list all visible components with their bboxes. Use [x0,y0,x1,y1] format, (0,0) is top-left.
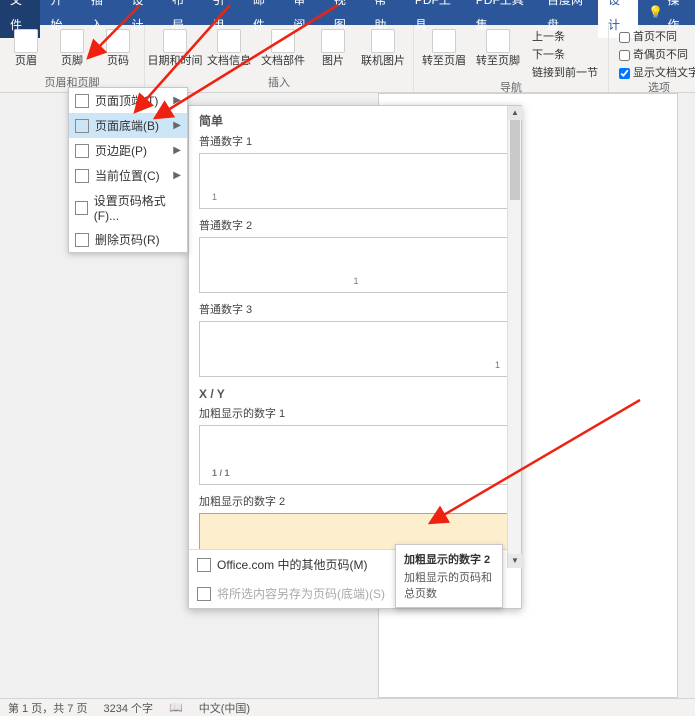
header-label: 页眉 [15,55,37,67]
group-insert-label: 插入 [268,76,290,92]
page-top-icon [75,94,89,108]
gallery-section-xy: X / Y [191,383,521,403]
tooltip-body: 加粗显示的页码和总页数 [404,569,494,601]
gallery-save-selection-label: 将所选内容另存为页码(底端)(S) [217,585,385,602]
gallery-item-plain-3-label: 普通数字 3 [191,299,521,319]
picture-icon [321,29,345,53]
footer-icon [60,29,84,53]
show-doc-text-label: 显示文档文字 [633,65,695,81]
ribbon: 页眉 页脚 页码 页眉和页脚 日期和时间 文档信息 文档部件 图片 联机图片 插… [0,25,695,93]
save-icon [197,587,211,601]
menu-page-top-label: 页面顶端(T) [95,92,158,109]
scroll-down-icon[interactable]: ▼ [508,554,522,568]
menu-page-bottom-label: 页面底端(B) [95,117,159,134]
gallery-item-bold-1[interactable]: 1 / 1 [199,425,513,485]
page-margins-icon [75,144,89,158]
status-page[interactable]: 第 1 页，共 7 页 [8,700,87,716]
status-word-count[interactable]: 3234 个字 [103,700,153,716]
page-number-gallery: 简单 普通数字 1 1 普通数字 2 1 普通数字 3 1 X / Y 加粗显示… [188,105,522,609]
tooltip: 加粗显示的数字 2 加粗显示的页码和总页数 [395,544,503,608]
quick-parts-label: 文档部件 [261,55,305,67]
header-icon [14,29,38,53]
menu-format-label: 设置页码格式(F)... [94,192,181,223]
footer-label: 页脚 [61,55,83,67]
goto-footer-icon [486,29,510,53]
first-page-diff-check[interactable]: 首页不同 [619,29,695,45]
menu-current-position[interactable]: 当前位置(C) ▶ [69,163,187,188]
scrollbar-thumb[interactable] [510,120,520,200]
goto-header-button[interactable]: 转至页眉 [418,27,470,81]
page-number-button[interactable]: 页码 [96,27,140,76]
doc-info-button[interactable]: 文档信息 [203,27,255,76]
menu-page-margins-label: 页边距(P) [95,142,147,159]
first-page-diff-label: 首页不同 [633,29,677,45]
doc-info-label: 文档信息 [207,55,251,67]
page-number-label: 页码 [107,55,129,67]
scroll-up-icon[interactable]: ▲ [508,106,522,120]
doc-info-icon [217,29,241,53]
menu-remove-page-numbers[interactable]: 删除页码(R) [69,227,187,252]
picture-button[interactable]: 图片 [311,27,355,76]
menu-page-top[interactable]: 页面顶端(T) ▶ [69,88,187,113]
online-picture-button[interactable]: 联机图片 [357,27,409,76]
next-link[interactable]: 下一条 [532,47,598,63]
globe-icon [197,558,211,572]
page-bottom-icon [75,119,89,133]
status-spellcheck-icon[interactable]: 📖 [169,701,183,714]
online-picture-icon [371,29,395,53]
page-number-icon [106,29,130,53]
lightbulb-icon: 💡 [648,0,663,25]
gallery-more-office-label: Office.com 中的其他页码(M) [217,556,367,573]
gallery-section-simple: 简单 [191,108,521,131]
footer-button[interactable]: 页脚 [50,27,94,76]
odd-even-diff-label: 奇偶页不同 [633,47,688,63]
status-bar: 第 1 页，共 7 页 3234 个字 📖 中文(中国) [0,698,695,716]
menu-remove-label: 删除页码(R) [95,231,160,248]
quick-parts-icon [271,29,295,53]
menu-page-bottom[interactable]: 页面底端(B) ▶ [69,113,187,138]
goto-header-icon [432,29,456,53]
online-picture-label: 联机图片 [361,55,405,67]
gallery-scroll[interactable]: 简单 普通数字 1 1 普通数字 2 1 普通数字 3 1 X / Y 加粗显示… [189,106,521,549]
gallery-item-plain-1[interactable]: 1 [199,153,513,209]
gallery-scrollbar[interactable]: ▲ ▼ [507,106,521,568]
goto-footer-label: 转至页脚 [476,55,520,67]
header-button[interactable]: 页眉 [4,27,48,76]
format-page-icon [75,201,88,215]
goto-footer-button[interactable]: 转至页脚 [472,27,524,81]
picture-label: 图片 [322,55,344,67]
date-time-button[interactable]: 日期和时间 [149,27,201,76]
chevron-right-icon: ▶ [173,170,181,181]
menu-format-page-numbers[interactable]: 设置页码格式(F)... [69,188,187,227]
page-number-menu: 页面顶端(T) ▶ 页面底端(B) ▶ 页边距(P) ▶ 当前位置(C) ▶ 设置页码格… [68,87,188,253]
odd-even-diff-check[interactable]: 奇偶页不同 [619,47,695,63]
chevron-right-icon: ▶ [173,145,181,156]
gallery-item-plain-3[interactable]: 1 [199,321,513,377]
remove-page-icon [75,233,89,247]
tab-bar: 文件 开始 插入 设计 布局 引用 邮件 审阅 视图 帮助 PDF工具 PDF工… [0,0,695,25]
current-position-icon [75,169,89,183]
gallery-item-bold-2-label: 加粗显示的数字 2 [191,491,521,511]
goto-header-label: 转至页眉 [422,55,466,67]
gallery-item-plain-2[interactable]: 1 [199,237,513,293]
tooltip-title: 加粗显示的数字 2 [404,551,494,567]
gallery-item-bold-1-label: 加粗显示的数字 1 [191,403,521,423]
menu-current-position-label: 当前位置(C) [95,167,160,184]
gallery-item-plain-1-label: 普通数字 1 [191,131,521,151]
date-time-label: 日期和时间 [148,55,203,67]
gallery-item-plain-2-label: 普通数字 2 [191,215,521,235]
menu-page-margins[interactable]: 页边距(P) ▶ [69,138,187,163]
previous-link[interactable]: 上一条 [532,29,598,45]
chevron-right-icon: ▶ [173,95,181,106]
quick-parts-button[interactable]: 文档部件 [257,27,309,76]
show-doc-text-check[interactable]: 显示文档文字 [619,65,695,81]
link-to-prev-link[interactable]: 链接到前一节 [532,65,598,81]
chevron-right-icon: ▶ [173,120,181,131]
date-time-icon [163,29,187,53]
status-language[interactable]: 中文(中国) [199,700,250,716]
